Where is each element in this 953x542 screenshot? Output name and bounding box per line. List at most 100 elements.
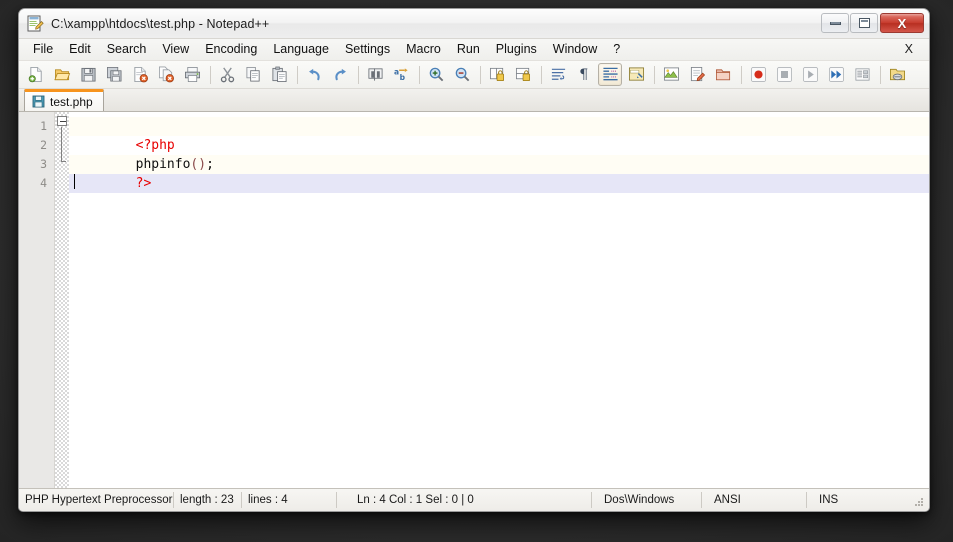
close-window-button[interactable]: X xyxy=(880,13,924,33)
close-all-files-icon[interactable] xyxy=(154,63,178,86)
toolbar-separator xyxy=(541,65,542,84)
semicolon: ; xyxy=(206,157,214,172)
svg-text:b: b xyxy=(399,73,405,82)
status-length: length : 23 xyxy=(174,492,242,508)
menu-item-window[interactable]: Window xyxy=(545,40,605,59)
tab-bar: test.php xyxy=(19,89,929,112)
code-line-2: phpinfo(); xyxy=(69,136,929,172)
function-list-icon[interactable] xyxy=(685,63,709,86)
menu-item-view[interactable]: View xyxy=(154,40,197,59)
collapse-fold-icon[interactable] xyxy=(57,116,67,126)
macro-playback-multiple-icon[interactable] xyxy=(824,63,848,86)
zoom-in-icon[interactable] xyxy=(424,63,448,86)
toolbar-separator xyxy=(419,65,420,84)
svg-text:a: a xyxy=(393,68,398,77)
fold-line xyxy=(61,127,62,162)
macro-save-icon[interactable] xyxy=(850,63,874,86)
restore-icon xyxy=(858,18,870,28)
code-line-4 xyxy=(69,174,929,193)
parentheses: () xyxy=(190,157,207,172)
macro-stop-icon[interactable] xyxy=(772,63,796,86)
menu-item-language[interactable]: Language xyxy=(265,40,337,59)
toolbar: a b ¶ xyxy=(19,61,929,89)
line-number: 3 xyxy=(40,157,47,171)
indent-guide-icon[interactable] xyxy=(598,63,622,86)
php-close-tag: ?> xyxy=(135,176,152,191)
menu-item-search[interactable]: Search xyxy=(99,40,155,59)
run-icon[interactable] xyxy=(885,63,909,86)
copy-icon[interactable] xyxy=(241,63,265,86)
status-overtype: INS xyxy=(819,494,839,506)
code-line-1: <?php xyxy=(69,117,929,153)
status-lines: lines : 4 xyxy=(242,492,337,508)
word-wrap-icon[interactable] xyxy=(546,63,570,86)
toolbar-separator xyxy=(480,65,481,84)
redo-icon[interactable] xyxy=(328,63,352,86)
minimize-button[interactable] xyxy=(821,13,849,33)
php-open-tag: <?php xyxy=(135,138,175,153)
save-icon[interactable] xyxy=(76,63,100,86)
replace-icon[interactable]: a b xyxy=(389,63,413,86)
line-number: 2 xyxy=(40,138,47,152)
find-icon[interactable] xyxy=(363,63,387,86)
status-language: PHP Hypertext Preprocessor xyxy=(19,492,174,508)
close-document-button[interactable]: X xyxy=(899,41,919,57)
open-file-icon[interactable] xyxy=(50,63,74,86)
window-title: C:\xampp\htdocs\test.php - Notepad++ xyxy=(51,16,270,31)
window-controls: X xyxy=(820,13,924,33)
cut-icon[interactable] xyxy=(215,63,239,86)
tab-test-php[interactable]: test.php xyxy=(24,89,104,111)
menu-item-macro[interactable]: Macro xyxy=(398,40,449,59)
toolbar-separator xyxy=(210,65,211,84)
toolbar-separator xyxy=(741,65,742,84)
undo-icon[interactable] xyxy=(302,63,326,86)
menu-item-file[interactable]: File xyxy=(25,40,61,59)
sync-vertical-scroll-icon[interactable] xyxy=(485,63,509,86)
new-file-icon[interactable] xyxy=(24,63,48,86)
text-caret xyxy=(74,174,75,189)
menu-item-plugins[interactable]: Plugins xyxy=(488,40,545,59)
toolbar-separator xyxy=(297,65,298,84)
editor-area[interactable]: 1 2 3 4 <?php phpinfo(); ?> xyxy=(19,112,929,489)
save-all-icon[interactable] xyxy=(102,63,126,86)
line-number-gutter: 1 2 3 4 xyxy=(19,112,55,488)
menu-bar: File Edit Search View Encoding Language … xyxy=(19,39,929,61)
notepad-plus-plus-icon xyxy=(27,15,44,32)
user-defined-dialog-icon[interactable] xyxy=(624,63,648,86)
close-file-icon[interactable] xyxy=(128,63,152,86)
macro-record-icon[interactable] xyxy=(746,63,770,86)
notepad-plus-plus-window: C:\xampp\htdocs\test.php - Notepad++ X F… xyxy=(18,8,930,512)
fold-margin[interactable] xyxy=(55,112,69,488)
resize-grip-icon[interactable] xyxy=(913,496,925,508)
menu-item-settings[interactable]: Settings xyxy=(337,40,398,59)
toolbar-separator xyxy=(880,65,881,84)
print-icon[interactable] xyxy=(180,63,204,86)
maximize-restore-button[interactable] xyxy=(850,13,878,33)
macro-play-icon[interactable] xyxy=(798,63,822,86)
svg-text:¶: ¶ xyxy=(579,67,588,83)
status-bar: PHP Hypertext Preprocessor length : 23 l… xyxy=(19,489,929,511)
title-bar[interactable]: C:\xampp\htdocs\test.php - Notepad++ X xyxy=(19,9,929,39)
status-position: Ln : 4 Col : 1 Sel : 0 | 0 xyxy=(337,492,592,508)
function-name: phpinfo xyxy=(135,157,191,172)
saved-document-icon xyxy=(32,95,45,108)
menu-item-edit[interactable]: Edit xyxy=(61,40,99,59)
document-map-icon[interactable] xyxy=(659,63,683,86)
menu-item-encoding[interactable]: Encoding xyxy=(197,40,265,59)
line-number: 1 xyxy=(40,119,47,133)
toolbar-separator xyxy=(358,65,359,84)
paste-icon[interactable] xyxy=(267,63,291,86)
zoom-out-icon[interactable] xyxy=(450,63,474,86)
minimize-icon xyxy=(829,21,841,25)
code-content[interactable]: <?php phpinfo(); ?> xyxy=(69,112,929,488)
fold-end-marker xyxy=(61,161,66,162)
menu-item-help[interactable]: ? xyxy=(605,40,628,59)
status-encoding: ANSI xyxy=(702,492,807,508)
sync-horizontal-scroll-icon[interactable] xyxy=(511,63,535,86)
toolbar-separator xyxy=(654,65,655,84)
menu-item-run[interactable]: Run xyxy=(449,40,488,59)
line-number: 4 xyxy=(40,176,47,190)
close-icon: X xyxy=(897,15,907,31)
show-all-characters-icon[interactable]: ¶ xyxy=(572,63,596,86)
folder-as-workspace-icon[interactable] xyxy=(711,63,735,86)
